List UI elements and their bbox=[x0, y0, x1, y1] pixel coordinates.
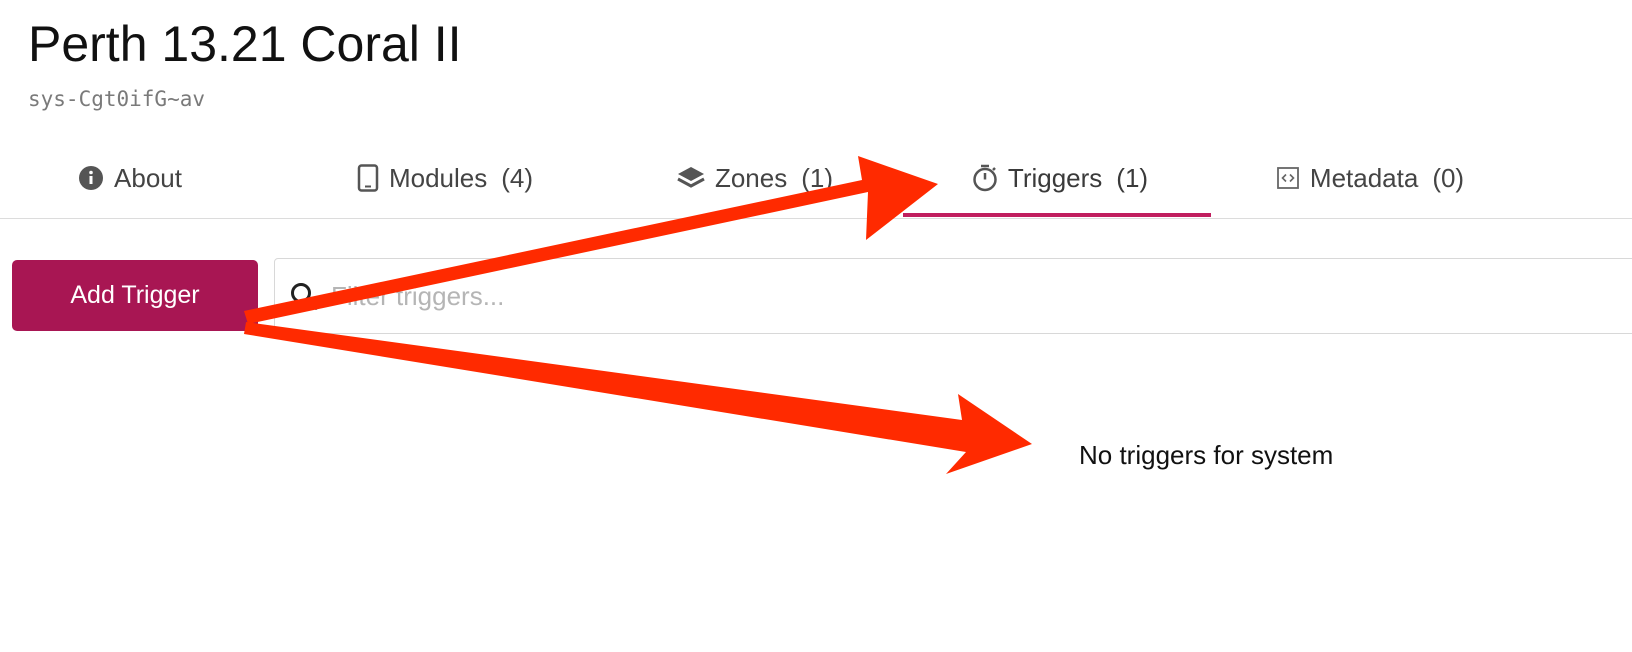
code-box-icon bbox=[1276, 166, 1300, 190]
search-icon bbox=[289, 281, 319, 311]
tab-about[interactable]: About bbox=[0, 140, 260, 216]
tab-zones[interactable]: Zones (1) bbox=[660, 140, 850, 216]
add-trigger-button[interactable]: Add Trigger bbox=[12, 260, 258, 331]
page-title: Perth 13.21 Coral II bbox=[28, 16, 462, 72]
tab-modules-label: Modules bbox=[388, 162, 488, 193]
tab-about-label: About bbox=[114, 162, 182, 193]
system-id: sys-Cgt0ifG~av bbox=[28, 87, 206, 111]
annotation-arrow-to-empty-state bbox=[244, 322, 1032, 474]
tab-modules-count: (4) bbox=[501, 162, 534, 193]
tab-metadata[interactable]: Metadata (0) bbox=[1250, 140, 1490, 216]
tab-metadata-count: (0) bbox=[1432, 162, 1465, 193]
tab-zones-count: (1) bbox=[801, 162, 834, 193]
tab-modules[interactable]: Modules (4) bbox=[330, 140, 560, 216]
filter-box bbox=[274, 258, 1632, 334]
tab-zones-label: Zones bbox=[714, 162, 788, 193]
tablet-icon bbox=[357, 164, 379, 192]
tab-triggers-label: Triggers bbox=[1007, 162, 1103, 193]
empty-state-message: No triggers for system bbox=[1079, 440, 1334, 470]
active-tab-indicator bbox=[903, 213, 1211, 217]
tab-metadata-label: Metadata bbox=[1309, 162, 1419, 193]
filter-triggers-input[interactable] bbox=[329, 279, 1533, 313]
stopwatch-icon bbox=[972, 164, 998, 192]
tab-triggers-count: (1) bbox=[1116, 162, 1149, 193]
layers-icon bbox=[677, 165, 705, 191]
tab-triggers[interactable]: Triggers (1) bbox=[940, 140, 1180, 216]
tab-bar: About Modules (4) Zones (1) Triggers (1)… bbox=[0, 140, 1632, 219]
info-circle-icon bbox=[78, 165, 104, 191]
